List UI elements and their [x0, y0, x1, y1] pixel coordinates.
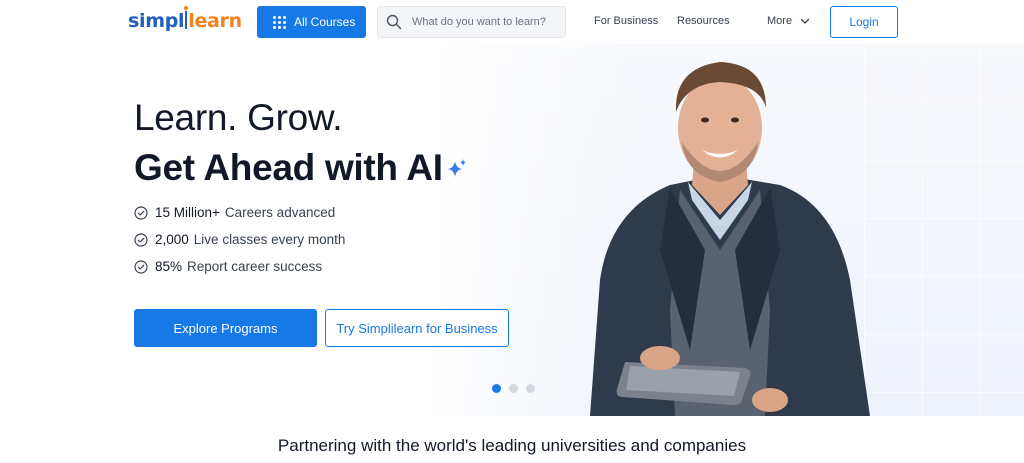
stat-number: 15 Million+	[155, 205, 220, 220]
sparkle-icon	[448, 159, 466, 177]
hero-person-image	[590, 62, 870, 416]
check-circle-icon	[134, 232, 148, 247]
simplilearn-logo[interactable]: simpl learn	[128, 6, 242, 32]
search-icon	[386, 14, 402, 30]
nav-resources[interactable]: Resources	[677, 15, 730, 27]
carousel-dot-2[interactable]	[509, 384, 518, 393]
logo-text-simpl: simpl	[128, 10, 185, 32]
carousel-dot-1[interactable]	[492, 384, 501, 393]
hero-headline-line1: Learn. Grow.	[134, 97, 343, 138]
stat-number: 2,000	[155, 232, 189, 247]
logo-text-learn: learn	[188, 10, 242, 32]
try-business-button[interactable]: Try Simplilearn for Business	[325, 309, 509, 347]
stat-text: Report career success	[187, 259, 323, 274]
stat-careers: 15 Million+ Careers advanced	[134, 205, 335, 220]
hero-grid-pattern	[864, 44, 1024, 416]
chevron-down-icon	[800, 18, 810, 24]
stat-text: Live classes every month	[193, 232, 346, 247]
partners-heading: Partnering with the world's leading univ…	[277, 436, 747, 455]
nav-more[interactable]: More	[767, 15, 810, 27]
stat-text: Careers advanced	[224, 205, 336, 220]
logo-separator	[184, 6, 189, 29]
explore-programs-button[interactable]: Explore Programs	[134, 309, 317, 347]
grid-dots-icon	[273, 15, 286, 29]
login-button[interactable]: Login	[830, 6, 898, 38]
carousel-dot-3[interactable]	[526, 384, 535, 393]
nav-for-business[interactable]: For Business	[594, 15, 658, 27]
carousel-dots	[492, 384, 535, 393]
all-courses-label: All Courses	[294, 15, 356, 29]
all-courses-button[interactable]: All Courses	[257, 6, 366, 38]
stat-live-classes: 2,000 Live classes every month	[134, 232, 345, 247]
stat-career-success: 85% Report career success	[134, 259, 322, 274]
site-header: simpllearn All Courses For Business Reso…	[0, 0, 1024, 44]
search-input[interactable]	[412, 16, 562, 28]
check-circle-icon	[134, 259, 148, 274]
stat-number: 85%	[155, 259, 183, 274]
nav-more-label: More	[767, 15, 793, 27]
hero-headline-line2: Get Ahead with AI	[134, 147, 443, 188]
check-circle-icon	[134, 205, 148, 220]
search-box[interactable]	[377, 6, 566, 38]
